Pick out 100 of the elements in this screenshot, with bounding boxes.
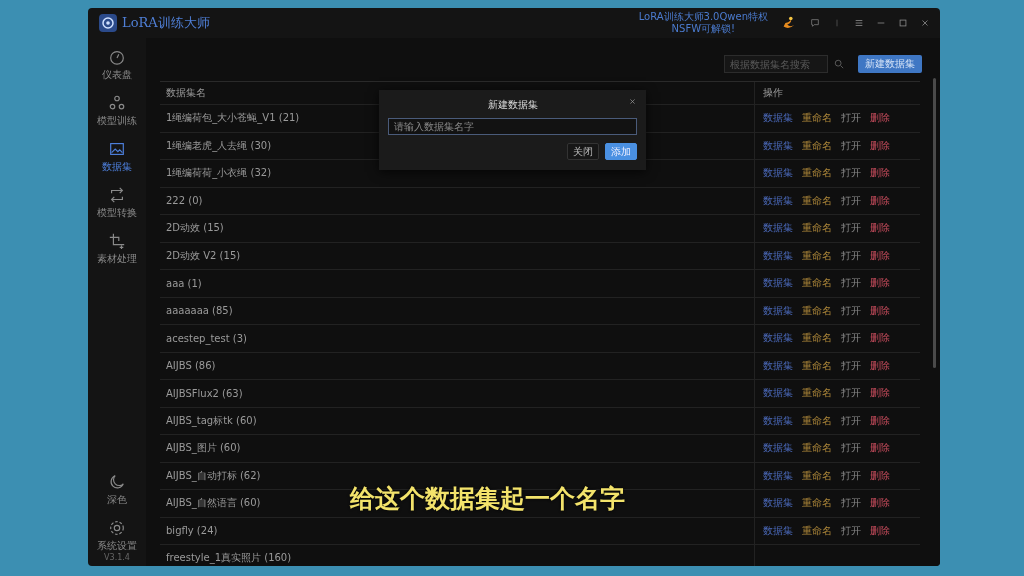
action-link[interactable]: 打开: [841, 496, 861, 511]
sidebar-item[interactable]: 数据集: [102, 140, 132, 174]
action-link[interactable]: 数据集: [763, 386, 793, 401]
sidebar-item[interactable]: 深色: [107, 473, 127, 507]
action-link[interactable]: 删除: [870, 441, 890, 456]
dataset-name: freestyle_1真实照片 (160): [166, 552, 292, 564]
action-link[interactable]: 重命名: [802, 386, 832, 401]
action-link[interactable]: 删除: [870, 193, 890, 208]
action-link[interactable]: 重命名: [802, 413, 832, 428]
menu-icon[interactable]: [854, 18, 864, 28]
action-link[interactable]: 打开: [841, 468, 861, 483]
action-link[interactable]: 重命名: [802, 221, 832, 236]
action-link[interactable]: 删除: [870, 248, 890, 263]
new-dataset-button[interactable]: 新建数据集: [858, 55, 922, 73]
action-link[interactable]: 删除: [870, 138, 890, 153]
close-icon[interactable]: [629, 98, 636, 105]
action-link[interactable]: 打开: [841, 386, 861, 401]
column-header: 数据集名: [166, 87, 206, 98]
dataset-name: 1绳编荷荷_小衣绳 (32): [166, 167, 272, 179]
action-link[interactable]: 数据集: [763, 111, 793, 126]
action-link[interactable]: 打开: [841, 303, 861, 318]
dataset-name: aaaaaaa (85): [166, 305, 233, 317]
action-link[interactable]: 重命名: [802, 331, 832, 346]
dataset-name: AIJBSFlux2 (63): [166, 387, 243, 399]
version-text: V3.1.4: [104, 553, 130, 562]
sidebar-item[interactable]: 模型训练: [97, 94, 137, 128]
action-link[interactable]: 删除: [870, 111, 890, 126]
close-icon[interactable]: [920, 18, 930, 28]
action-link[interactable]: 数据集: [763, 523, 793, 538]
action-link[interactable]: 数据集: [763, 193, 793, 208]
action-link[interactable]: 删除: [870, 496, 890, 511]
action-link[interactable]: 删除: [870, 413, 890, 428]
promo-text[interactable]: NSFW可解锁!: [671, 23, 736, 35]
maximize-icon[interactable]: [898, 18, 908, 28]
dialog-button[interactable]: 关闭: [567, 143, 599, 160]
action-link[interactable]: 删除: [870, 331, 890, 346]
action-link[interactable]: 删除: [870, 386, 890, 401]
action-link[interactable]: 数据集: [763, 248, 793, 263]
action-link[interactable]: 数据集: [763, 303, 793, 318]
sidebar-item[interactable]: 模型转换: [97, 186, 137, 220]
action-link[interactable]: 数据集: [763, 468, 793, 483]
sidebar-item[interactable]: 仪表盘: [102, 48, 132, 82]
chat-icon[interactable]: [810, 18, 820, 28]
action-link[interactable]: 数据集: [763, 413, 793, 428]
action-link[interactable]: 数据集: [763, 276, 793, 291]
action-link[interactable]: 删除: [870, 303, 890, 318]
sidebar-item[interactable]: 素材处理: [97, 232, 137, 266]
search-icon[interactable]: [834, 59, 844, 69]
action-link[interactable]: 重命名: [802, 248, 832, 263]
action-link[interactable]: 打开: [841, 166, 861, 181]
action-link[interactable]: 重命名: [802, 166, 832, 181]
action-link[interactable]: 打开: [841, 331, 861, 346]
action-link[interactable]: 重命名: [802, 468, 832, 483]
action-link[interactable]: 重命名: [802, 111, 832, 126]
dataset-name: 1绳编荷包_大小苍蝇_V1 (21): [166, 112, 300, 124]
action-link[interactable]: 重命名: [802, 276, 832, 291]
action-link[interactable]: 数据集: [763, 221, 793, 236]
action-link[interactable]: 数据集: [763, 166, 793, 181]
dataset-name-field[interactable]: 请输入数据集名字: [388, 118, 637, 135]
nav-icon: [108, 48, 126, 66]
action-link[interactable]: 打开: [841, 248, 861, 263]
app-title: LoRA训练大师: [122, 14, 210, 32]
action-link[interactable]: 删除: [870, 523, 890, 538]
action-link[interactable]: 重命名: [802, 358, 832, 373]
action-link[interactable]: 打开: [841, 138, 861, 153]
action-link[interactable]: 打开: [841, 523, 861, 538]
dataset-name: AIJBS_图片 (60): [166, 442, 241, 454]
action-link[interactable]: 打开: [841, 441, 861, 456]
action-link[interactable]: 打开: [841, 111, 861, 126]
dataset-name: AIJBS_自然语言 (60): [166, 497, 261, 509]
action-link[interactable]: 删除: [870, 166, 890, 181]
dialog-button[interactable]: 添加: [605, 143, 637, 160]
action-link[interactable]: 重命名: [802, 193, 832, 208]
action-link[interactable]: 删除: [870, 221, 890, 236]
action-link[interactable]: 数据集: [763, 496, 793, 511]
promo-text[interactable]: LoRA训练大师3.0Qwen特权: [638, 11, 768, 23]
action-link[interactable]: 数据集: [763, 358, 793, 373]
sidebar-item[interactable]: 系统设置: [97, 519, 137, 553]
action-link[interactable]: 打开: [841, 358, 861, 373]
logo-icon: [98, 13, 118, 33]
action-link[interactable]: 重命名: [802, 303, 832, 318]
action-link[interactable]: 打开: [841, 221, 861, 236]
dialog-title: 新建数据集: [487, 98, 538, 112]
action-link[interactable]: 打开: [841, 276, 861, 291]
action-link[interactable]: 打开: [841, 193, 861, 208]
action-link[interactable]: 打开: [841, 413, 861, 428]
action-link[interactable]: 删除: [870, 358, 890, 373]
action-link[interactable]: 数据集: [763, 441, 793, 456]
scrollbar-thumb[interactable]: [933, 78, 936, 368]
action-link[interactable]: 重命名: [802, 523, 832, 538]
action-link[interactable]: 重命名: [802, 441, 832, 456]
action-link[interactable]: 重命名: [802, 138, 832, 153]
action-link[interactable]: 数据集: [763, 331, 793, 346]
dataset-name: 222 (0): [166, 195, 203, 207]
action-link[interactable]: 删除: [870, 468, 890, 483]
action-link[interactable]: 删除: [870, 276, 890, 291]
nav-icon: [108, 94, 126, 112]
action-link[interactable]: 数据集: [763, 138, 793, 153]
dataset-name: aaa (1): [166, 277, 202, 289]
action-link[interactable]: 重命名: [802, 496, 832, 511]
